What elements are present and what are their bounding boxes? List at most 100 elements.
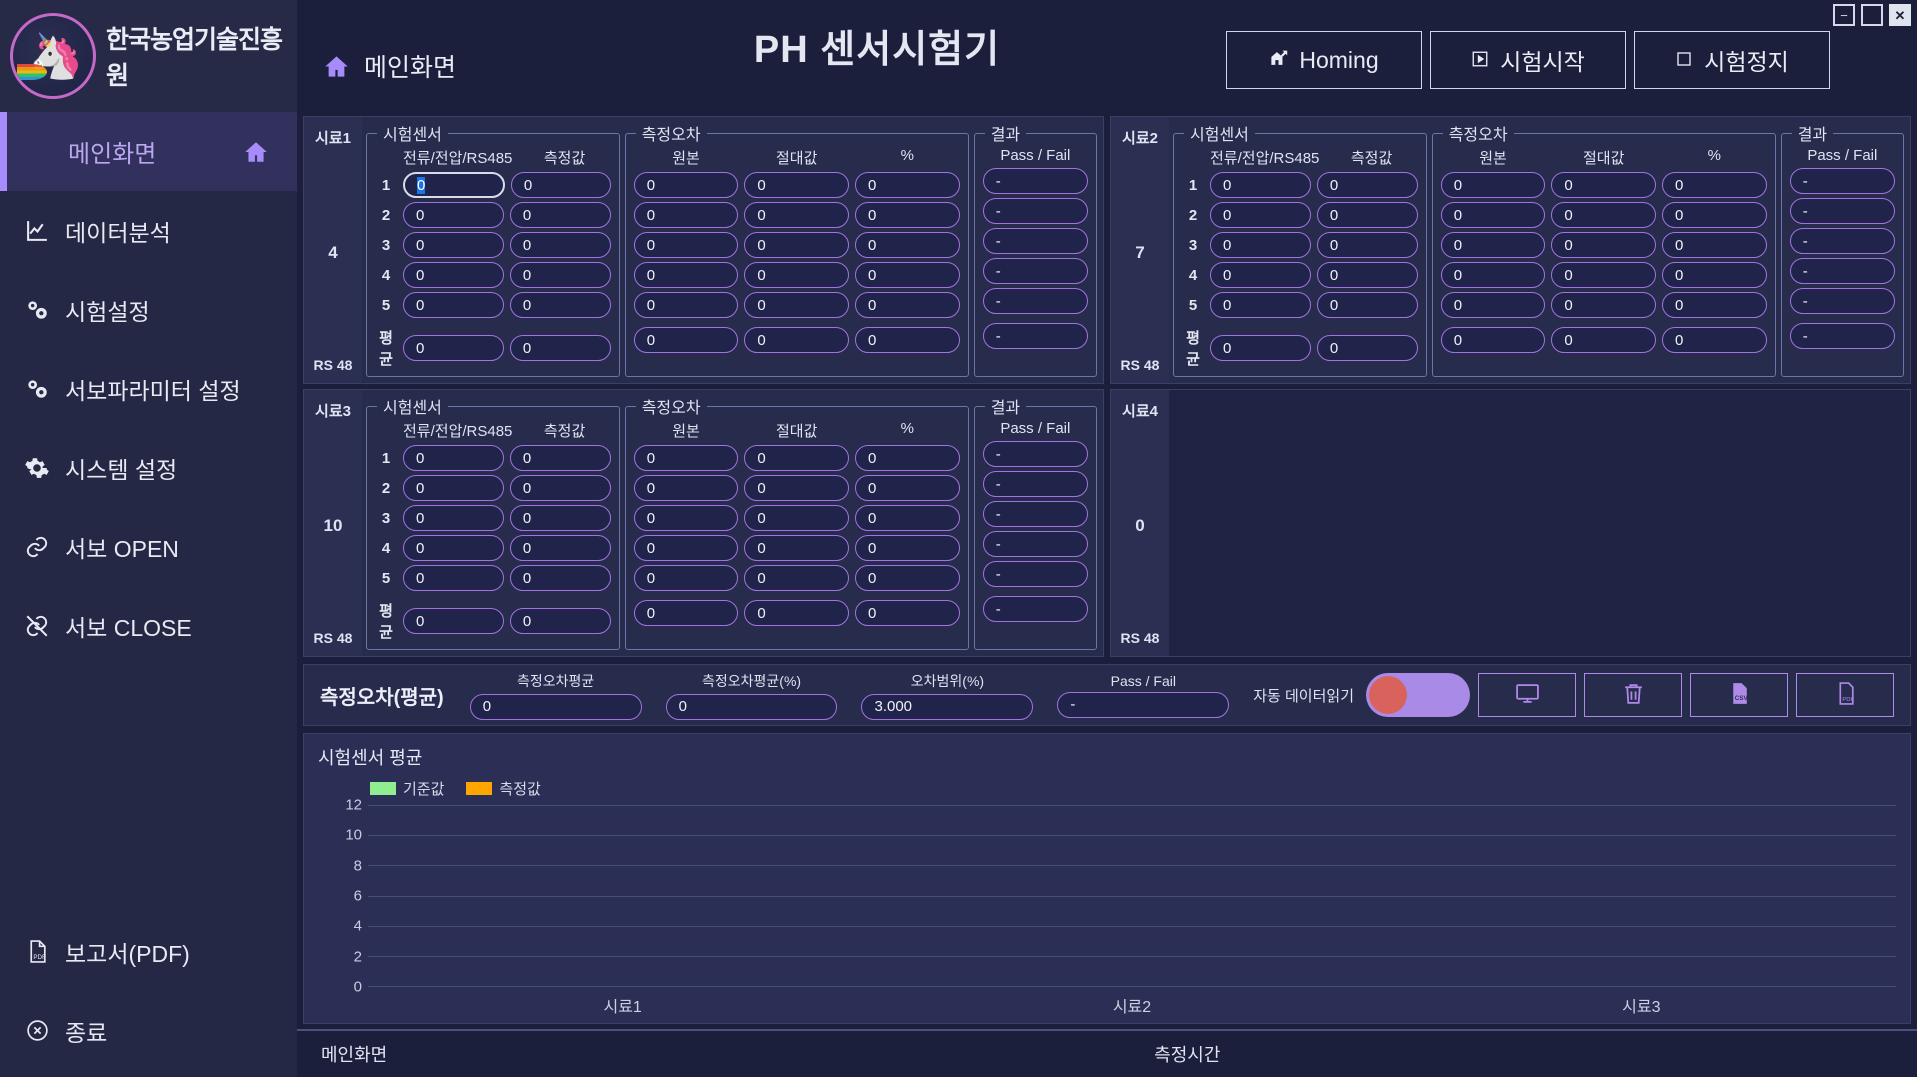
table-row-average: -: [1789, 323, 1895, 349]
summary-bar: 측정오차(평균) 측정오차평균 0 측정오차평균(%) 0 오차범위(%) 3.…: [303, 664, 1911, 726]
average-label: 평균: [379, 603, 393, 641]
table-row: 000: [633, 565, 960, 591]
sensor-input[interactable]: 0: [403, 565, 504, 591]
export-csv-button[interactable]: CSV: [1690, 673, 1789, 717]
sample-panel: 시료3 10 RS 48 시험센서 전류/전압/RS485 측정값 1 0 0 2 0 0 3 0 0 4 0 0…: [303, 389, 1104, 657]
minimize-button[interactable]: −: [1833, 4, 1855, 26]
sensor-input[interactable]: 0: [1316, 202, 1418, 228]
sidebar-item-main[interactable]: 메인화면: [0, 112, 297, 191]
table-row: 000: [1440, 292, 1767, 318]
pdf-file-icon: PDF: [1833, 681, 1858, 709]
sensor-input[interactable]: 0: [509, 535, 611, 561]
sidebar-item-servo-parameter[interactable]: 서보파라미터 설정: [0, 349, 297, 428]
sensor-input[interactable]: 0: [403, 262, 504, 288]
sensor-input[interactable]: 0: [403, 445, 504, 471]
stop-test-button[interactable]: 시험정지: [1634, 31, 1830, 89]
error-output: 0: [744, 232, 850, 258]
sensor-input[interactable]: 0: [509, 262, 611, 288]
y-tick-label: 12: [345, 796, 362, 814]
legend-item: 기준값: [370, 778, 444, 799]
error-output: 0: [1551, 172, 1657, 198]
sensor-average-output: 0: [403, 335, 504, 361]
home-arrow-icon: [1269, 47, 1288, 74]
error-avg-input[interactable]: 0: [469, 693, 642, 720]
error-output: 0: [1551, 292, 1657, 318]
auto-read-toggle[interactable]: [1366, 673, 1471, 717]
result-output: -: [982, 531, 1088, 557]
average-label: 평균: [1186, 330, 1200, 368]
error-output: 0: [744, 262, 850, 288]
sensor-input[interactable]: 0: [509, 232, 611, 258]
row-number: 3: [381, 509, 391, 527]
sensor-input[interactable]: 0: [1316, 292, 1418, 318]
sensor-input[interactable]: 0: [403, 475, 504, 501]
close-button[interactable]: ✕: [1889, 4, 1911, 26]
sidebar-item-report-pdf[interactable]: PDF 보고서(PDF): [0, 919, 297, 998]
error-output: 0: [633, 445, 739, 471]
sensor-input[interactable]: 0: [1316, 172, 1418, 198]
sensor-input[interactable]: 0: [509, 475, 611, 501]
row-number: 4: [381, 266, 391, 284]
sensor-input[interactable]: 0: [1210, 202, 1311, 228]
sensor-input[interactable]: 0: [509, 292, 611, 318]
error-average-output: 0: [744, 600, 850, 626]
sensor-input[interactable]: 0: [403, 535, 504, 561]
sensor-input[interactable]: 0: [509, 445, 611, 471]
sidebar-item-test-settings[interactable]: 시험설정: [0, 270, 297, 349]
error-output: 0: [633, 172, 739, 198]
delete-button[interactable]: [1584, 673, 1683, 717]
table-row: 200: [375, 475, 611, 501]
summary-actions: 자동 데이터읽기 CSV PDF: [1253, 673, 1895, 717]
sensor-input[interactable]: 0: [1316, 262, 1418, 288]
sidebar-item-label: 서보 CLOSE: [65, 614, 192, 641]
sensor-input[interactable]: 0: [403, 292, 504, 318]
error-avg-pct-input[interactable]: 0: [665, 693, 838, 720]
result-output: -: [982, 198, 1088, 224]
sensor-input[interactable]: 0: [1210, 172, 1311, 198]
sensor-input[interactable]: 0: [509, 565, 611, 591]
status-right: 측정시간: [1154, 1045, 1221, 1065]
sensor-input[interactable]: 0: [510, 172, 611, 198]
error-output: 0: [1440, 262, 1546, 288]
tolerance-input[interactable]: 3.000: [861, 693, 1034, 720]
y-tick-label: 6: [353, 887, 362, 905]
sidebar-item-exit[interactable]: 종료: [0, 998, 297, 1077]
result-output: -: [982, 561, 1088, 587]
sample-grid: 시료1 4 RS 48 시험센서 전류/전압/RS485 측정값 1 0 0 2 0 0 3 0 0 4 0 0 5…: [297, 112, 1917, 662]
table-row: 400: [375, 535, 611, 561]
row-number: 2: [381, 206, 391, 224]
row-number: 2: [1188, 206, 1198, 224]
breadcrumb[interactable]: 메인화면: [297, 48, 456, 112]
start-test-button[interactable]: 시험시작: [1430, 31, 1626, 89]
sensor-input[interactable]: 0: [509, 202, 611, 228]
homing-button[interactable]: Homing: [1226, 31, 1422, 89]
average-label: 평균: [379, 330, 393, 368]
sensor-input[interactable]: 0: [1210, 232, 1311, 258]
sensor-input[interactable]: 0: [403, 232, 504, 258]
monitor-button[interactable]: [1478, 673, 1577, 717]
error-output: 0: [633, 262, 739, 288]
y-tick-label: 8: [353, 857, 362, 875]
column-header: 측정값: [1350, 150, 1393, 167]
sensor-input[interactable]: 0: [509, 505, 611, 531]
sidebar-item-data-analysis[interactable]: 데이터분석: [0, 191, 297, 270]
sensor-input[interactable]: 0: [1210, 292, 1311, 318]
monitor-icon: [1515, 681, 1540, 709]
sensor-input[interactable]: 0: [1316, 232, 1418, 258]
result-group: 결과 Pass / Fail - - - - - -: [973, 121, 1097, 377]
sidebar-item-servo-open[interactable]: 서보 OPEN: [0, 507, 297, 586]
sensor-input[interactable]: 0: [1210, 262, 1311, 288]
sidebar-item-servo-close[interactable]: 서보 CLOSE: [0, 586, 297, 665]
sensor-input[interactable]: 0: [403, 172, 505, 198]
table-row-average: -: [982, 323, 1088, 349]
maximize-button[interactable]: [1861, 4, 1883, 26]
export-pdf-button[interactable]: PDF: [1796, 673, 1895, 717]
error-output: 0: [855, 505, 960, 531]
sidebar-item-system-settings[interactable]: 시스템 설정: [0, 428, 297, 507]
sensor-input[interactable]: 0: [403, 505, 504, 531]
error-average-output: 0: [633, 327, 739, 353]
result-header-row: Pass / Fail: [1790, 145, 1895, 168]
sensor-input[interactable]: 0: [403, 202, 504, 228]
toggle-knob: [1369, 676, 1408, 714]
error-average-output: 0: [1662, 327, 1767, 353]
